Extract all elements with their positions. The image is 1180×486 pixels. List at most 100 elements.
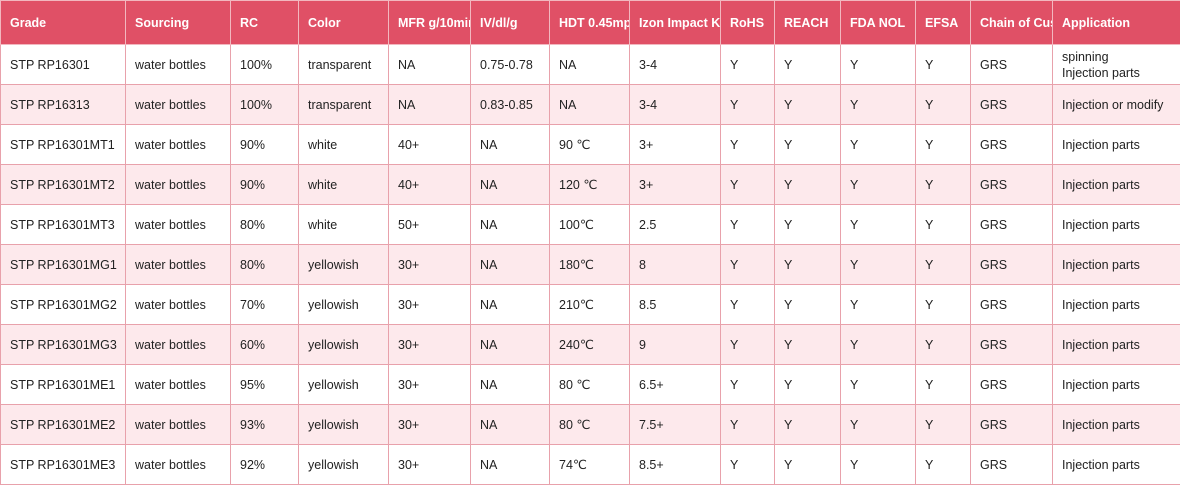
cell-value: 240℃: [559, 337, 594, 352]
cell-value: yellowish: [308, 457, 359, 472]
cell-value: Injection parts: [1062, 337, 1140, 352]
table-cell: 100%: [230, 44, 299, 85]
cell-value: 3-4: [639, 97, 658, 112]
table-cell: Y: [840, 404, 916, 445]
table-cell: NA: [470, 284, 550, 325]
cell-value: Injection parts: [1062, 457, 1140, 472]
table-cell: Y: [720, 204, 775, 245]
cell-value: Y: [784, 57, 793, 72]
table-cell: water bottles: [125, 324, 231, 365]
table-cell: 70%: [230, 284, 299, 325]
column-header: Izon Impact KJ/㎡: [629, 0, 721, 45]
table-cell: STP RP16301MT3: [0, 204, 126, 245]
cell-value: Injection parts: [1062, 417, 1140, 432]
cell-value: GRS: [980, 417, 1008, 432]
cell-value: GRS: [980, 337, 1008, 352]
cell-value: GRS: [980, 97, 1008, 112]
cell-value: STP RP16301MG1: [10, 257, 117, 272]
cell-value: white: [308, 217, 338, 232]
table-cell: Y: [915, 204, 971, 245]
table-row: STP RP16301ME1 water bottles 95% yellowish 3…: [0, 364, 1180, 405]
table-cell: NA: [388, 44, 471, 85]
cell-value: Y: [925, 337, 934, 352]
table-cell: Y: [840, 164, 916, 205]
cell-value: NA: [480, 137, 498, 152]
table-cell: yellowish: [298, 324, 389, 365]
cell-value: 90 ℃: [559, 137, 591, 152]
table-cell: water bottles: [125, 284, 231, 325]
table-cell: 93%: [230, 404, 299, 445]
table-cell: Y: [774, 364, 841, 405]
cell-value: water bottles: [135, 457, 206, 472]
cell-value: STP RP16301MT1: [10, 137, 115, 152]
cell-value: yellowish: [308, 417, 359, 432]
table-cell: Y: [774, 164, 841, 205]
table-cell: 8: [629, 244, 721, 285]
table-row: STP RP16301MG1 water bottles 80% yellowish 3…: [0, 244, 1180, 285]
cell-value: Y: [784, 337, 793, 352]
table-cell: water bottles: [125, 364, 231, 405]
table-cell: Y: [720, 404, 775, 445]
cell-value: water bottles: [135, 297, 206, 312]
table-cell: 100℃: [549, 204, 630, 245]
table-cell: 3+: [629, 164, 721, 205]
cell-value: Injection parts: [1062, 377, 1140, 392]
table-cell: GRS: [970, 364, 1053, 405]
table-cell: Y: [720, 124, 775, 165]
cell-value: Y: [925, 97, 934, 112]
cell-value: Y: [784, 297, 793, 312]
column-header: RC: [230, 0, 299, 45]
cell-value: Y: [730, 217, 739, 232]
table-cell: white: [298, 204, 389, 245]
table-cell: 30+: [388, 284, 471, 325]
cell-value: 30+: [398, 257, 420, 272]
table-cell: Y: [774, 84, 841, 125]
table-cell: Injection parts: [1052, 444, 1180, 485]
cell-value: spinning Injection parts: [1062, 49, 1140, 80]
column-header: Grade: [0, 0, 126, 45]
cell-value: Y: [730, 177, 739, 192]
cell-value: STP RP16301ME3: [10, 457, 116, 472]
cell-value: water bottles: [135, 417, 206, 432]
cell-value: Y: [850, 377, 859, 392]
table-cell: 40+: [388, 124, 471, 165]
cell-value: Y: [850, 97, 859, 112]
cell-value: water bottles: [135, 137, 206, 152]
cell-value: Y: [784, 97, 793, 112]
table-cell: Y: [915, 364, 971, 405]
column-header: MFR g/10mins: [388, 0, 471, 45]
table-cell: 8.5: [629, 284, 721, 325]
table-cell: 3-4: [629, 84, 721, 125]
cell-value: Y: [925, 217, 934, 232]
table-cell: 80 ℃: [549, 404, 630, 445]
table-cell: Y: [840, 364, 916, 405]
cell-value: yellowish: [308, 337, 359, 352]
table-cell: Y: [915, 284, 971, 325]
table-cell: Injection parts: [1052, 324, 1180, 365]
cell-value: Y: [730, 417, 739, 432]
table-cell: STP RP16301MG1: [0, 244, 126, 285]
cell-value: 90%: [240, 137, 266, 152]
cell-value: STP RP16301MG2: [10, 297, 117, 312]
table-cell: NA: [470, 124, 550, 165]
cell-value: 100℃: [559, 217, 594, 232]
column-header-label: Chain of Custody: [980, 15, 1052, 30]
column-header-label: Grade: [10, 15, 47, 30]
table-cell: 2.5: [629, 204, 721, 245]
table-cell: GRS: [970, 44, 1053, 85]
cell-value: Injection or modify: [1062, 97, 1164, 112]
cell-value: Y: [784, 377, 793, 392]
table-cell: STP RP16301ME1: [0, 364, 126, 405]
table-cell: NA: [388, 84, 471, 125]
column-header: Application: [1052, 0, 1180, 45]
table-cell: yellowish: [298, 364, 389, 405]
cell-value: Y: [784, 257, 793, 272]
cell-value: Y: [730, 297, 739, 312]
table-cell: 7.5+: [629, 404, 721, 445]
cell-value: 40+: [398, 137, 420, 152]
table-cell: water bottles: [125, 444, 231, 485]
table-cell: NA: [549, 84, 630, 125]
table-cell: 180℃: [549, 244, 630, 285]
cell-value: 180℃: [559, 257, 594, 272]
table-cell: Injection parts: [1052, 364, 1180, 405]
